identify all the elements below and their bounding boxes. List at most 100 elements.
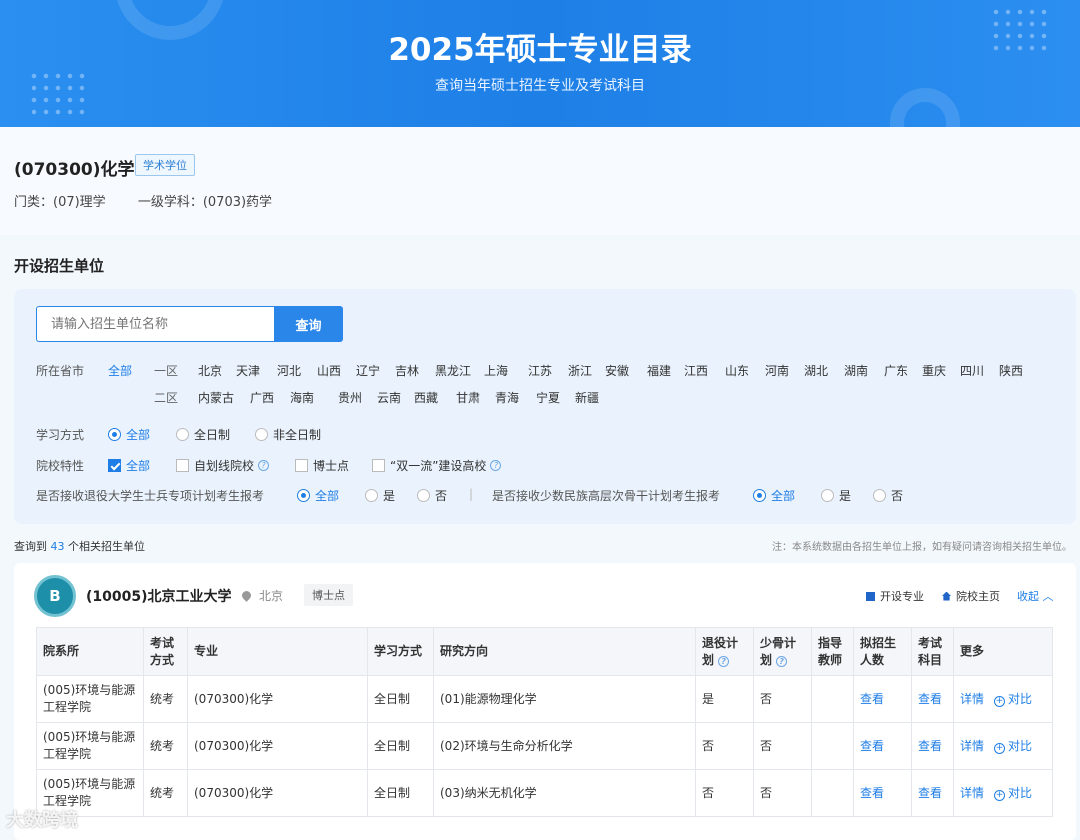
plus-icon: + <box>994 789 1006 801</box>
province-option[interactable]: 上海 <box>484 362 508 379</box>
view-subjects-link[interactable]: 查看 <box>911 769 954 817</box>
major-discipline: 一级学科：(0703)药学 <box>137 195 273 210</box>
help-icon[interactable]: ? <box>718 655 730 667</box>
detail-link[interactable]: 详情 <box>960 786 984 800</box>
veteran-plan-all[interactable]: 全部 <box>297 487 339 504</box>
cell-major: (070300)化学 <box>187 722 368 770</box>
province-option[interactable]: 河南 <box>765 362 789 379</box>
compare-button[interactable]: + 对比 <box>994 692 1032 707</box>
study-mode-parttime[interactable]: 非全日制 <box>255 426 321 443</box>
province-option[interactable]: 安徽 <box>605 362 629 379</box>
page-banner: 2025年硕士专业目录 查询当年硕士招生专业及考试科目 <box>0 0 1080 127</box>
province-option[interactable]: 黑龙江 <box>435 362 471 379</box>
school-search-input[interactable] <box>36 306 274 342</box>
province-option[interactable]: 青海 <box>495 389 519 406</box>
feature-all[interactable]: 全部 <box>108 457 150 474</box>
province-option[interactable]: 天津 <box>236 362 260 379</box>
province-option[interactable]: 西藏 <box>414 389 438 406</box>
province-option[interactable]: 新疆 <box>575 389 599 406</box>
radio-icon <box>873 489 886 502</box>
province-option[interactable]: 宁夏 <box>536 389 560 406</box>
study-mode-fulltime[interactable]: 全日制 <box>176 426 230 443</box>
checkbox-icon <box>372 459 385 472</box>
province-option[interactable]: 四川 <box>960 362 984 379</box>
search-button[interactable]: 查询 <box>274 306 343 342</box>
province-all[interactable]: 全部 <box>108 362 132 379</box>
radio-icon <box>365 489 378 502</box>
table-row: (005)环境与能源工程学院 统考 (070300)化学 全日制 (02)环境与生命分析… <box>36 722 1053 770</box>
province-option[interactable]: 河北 <box>277 362 301 379</box>
cell-exam: 统考 <box>143 675 188 723</box>
minority-plan-yes[interactable]: 是 <box>821 487 851 504</box>
province-option[interactable]: 北京 <box>198 362 222 379</box>
detail-link[interactable]: 详情 <box>960 692 984 706</box>
detail-link[interactable]: 详情 <box>960 739 984 753</box>
feature-doctoral[interactable]: 博士点 <box>295 457 349 474</box>
province-option[interactable]: 重庆 <box>922 362 946 379</box>
checkbox-icon <box>295 459 308 472</box>
col-more: 更多 <box>953 627 1053 676</box>
compare-button[interactable]: + 对比 <box>994 739 1032 754</box>
help-icon[interactable]: ? <box>776 655 788 667</box>
province-option[interactable]: 辽宁 <box>356 362 380 379</box>
compare-button[interactable]: + 对比 <box>994 786 1032 801</box>
radio-checked-icon <box>108 428 121 441</box>
view-quota-link[interactable]: 查看 <box>853 769 912 817</box>
view-subjects-link[interactable]: 查看 <box>911 722 954 770</box>
province-option[interactable]: 江苏 <box>528 362 552 379</box>
feature-double-first-class[interactable]: “双一流”建设高校? <box>372 457 502 474</box>
veteran-plan-yes[interactable]: 是 <box>365 487 395 504</box>
col-major: 专业 <box>187 627 368 676</box>
province-option[interactable]: 山西 <box>317 362 341 379</box>
open-majors-link[interactable]: 开设专业 <box>866 588 924 604</box>
table-header-row: 院系所 考试方式 专业 学习方式 研究方向 退役计划? 少骨计划? 指导教师 拟… <box>36 627 1053 676</box>
table-body: (005)环境与能源工程学院 统考 (070300)化学 全日制 (01)能源物理化学是… <box>36 675 1053 817</box>
cell-major: (070300)化学 <box>187 769 368 817</box>
cell-dept: (005)环境与能源工程学院 <box>36 722 144 770</box>
veteran-plan-no[interactable]: 否 <box>417 487 447 504</box>
province-option[interactable]: 陕西 <box>999 362 1023 379</box>
university-card: B (10005)北京工业大学 北京 博士点 开设专业 院校主页 收起 ︿ 院系… <box>14 563 1076 840</box>
cell-minority: 否 <box>753 675 812 723</box>
page-title: 2025年硕士专业目录 <box>388 32 692 68</box>
province-option[interactable]: 湖南 <box>844 362 868 379</box>
cell-direction: (02)环境与生命分析化学 <box>433 722 696 770</box>
feature-self-line[interactable]: 自划线院校? <box>176 457 270 474</box>
separator: | <box>469 487 474 501</box>
doctoral-badge: 博士点 <box>304 584 353 606</box>
view-subjects-link[interactable]: 查看 <box>911 675 954 723</box>
province-option[interactable]: 海南 <box>290 389 314 406</box>
col-advisor: 指导教师 <box>811 627 854 676</box>
cell-mode: 全日制 <box>367 675 434 723</box>
help-icon[interactable]: ? <box>490 460 502 471</box>
collapse-button[interactable]: 收起 ︿ <box>1017 588 1054 604</box>
radio-checked-icon <box>297 489 310 502</box>
province-option[interactable]: 贵州 <box>338 389 362 406</box>
school-homepage-link[interactable]: 院校主页 <box>942 588 1000 604</box>
province-option[interactable]: 浙江 <box>568 362 592 379</box>
home-icon <box>942 591 951 601</box>
page-subtitle: 查询当年硕士招生专业及考试科目 <box>435 78 645 94</box>
province-option[interactable]: 福建 <box>647 362 671 379</box>
province-option[interactable]: 广西 <box>250 389 274 406</box>
help-icon[interactable]: ? <box>258 460 270 471</box>
cell-exam: 统考 <box>143 722 188 770</box>
province-option[interactable]: 广东 <box>884 362 908 379</box>
programs-table: 院系所 考试方式 专业 学习方式 研究方向 退役计划? 少骨计划? 指导教师 拟… <box>36 627 1053 817</box>
study-mode-all[interactable]: 全部 <box>108 426 150 443</box>
province-option[interactable]: 江西 <box>684 362 708 379</box>
radio-icon <box>176 428 189 441</box>
province-option[interactable]: 山东 <box>725 362 749 379</box>
view-quota-link[interactable]: 查看 <box>853 675 912 723</box>
view-quota-link[interactable]: 查看 <box>853 722 912 770</box>
province-option[interactable]: 湖北 <box>804 362 828 379</box>
col-subjects: 考试科目 <box>911 627 954 676</box>
minority-plan-all[interactable]: 全部 <box>753 487 795 504</box>
province-option[interactable]: 甘肃 <box>456 389 480 406</box>
cell-more: 详情 + 对比 <box>953 769 1053 817</box>
province-option[interactable]: 内蒙古 <box>198 389 234 406</box>
university-name[interactable]: (10005)北京工业大学 <box>86 586 232 606</box>
province-option[interactable]: 云南 <box>377 389 401 406</box>
province-option[interactable]: 吉林 <box>395 362 419 379</box>
minority-plan-no[interactable]: 否 <box>873 487 903 504</box>
